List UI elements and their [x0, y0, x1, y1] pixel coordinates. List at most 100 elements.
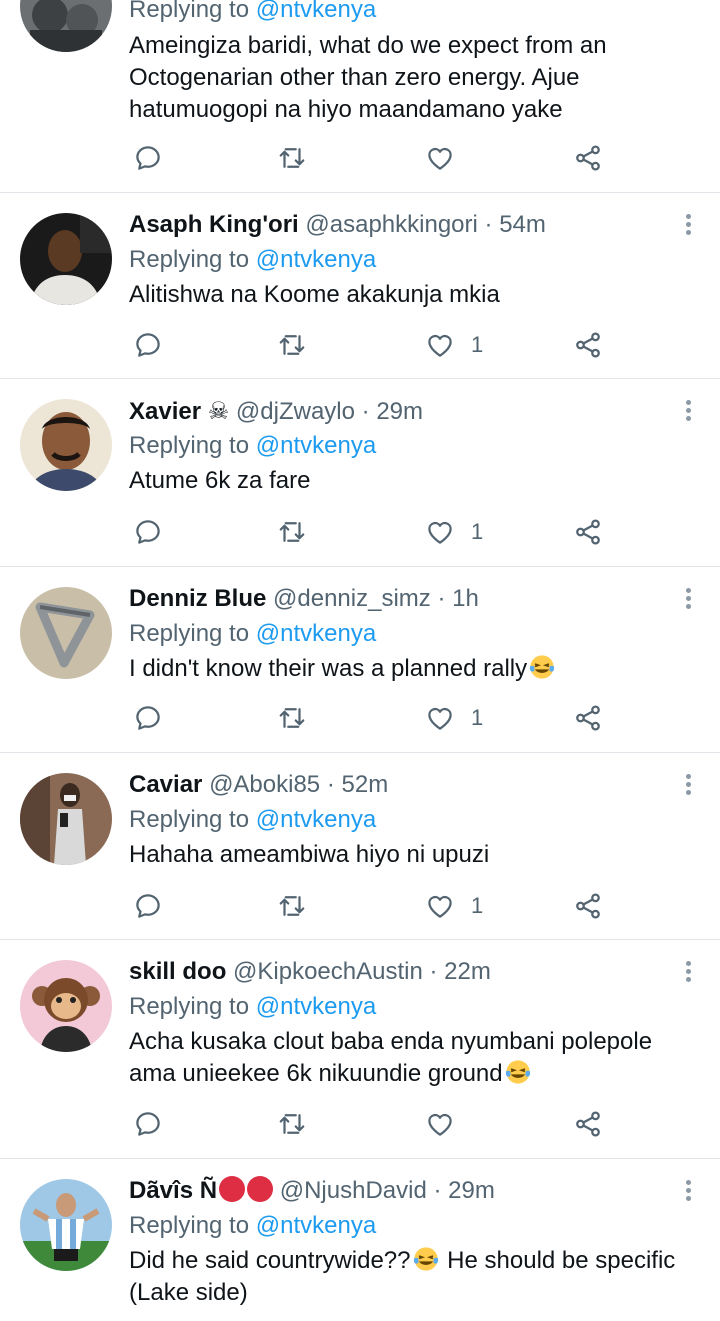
- user-handle[interactable]: @KipkoechAustin: [233, 958, 423, 985]
- user-avatar[interactable]: [20, 960, 112, 1052]
- like-count: 1: [471, 705, 484, 730]
- retweet-icon: [279, 896, 305, 916]
- tweet-text: Alitishwa na Koome akakunja mkia: [129, 281, 500, 308]
- timestamp[interactable]: 52m: [342, 771, 389, 798]
- heart-icon: [428, 147, 452, 170]
- share-button[interactable]: [573, 140, 603, 176]
- share-button[interactable]: [573, 327, 603, 363]
- tweet-item[interactable]: skill doo @KipkoechAustin · 22m Replying…: [0, 940, 720, 1159]
- more-options-icon[interactable]: [678, 397, 698, 427]
- tweet-actions: 1: [129, 327, 609, 363]
- retweet-icon: [279, 148, 305, 168]
- replying-to: Replying to @ntvkenya: [129, 620, 377, 647]
- reply-icon: [136, 894, 160, 918]
- tweet-header: Dãvîs Ñ @NjushDavid · 29m: [129, 1176, 495, 1204]
- like-button[interactable]: [425, 1106, 471, 1142]
- share-icon: [576, 332, 600, 358]
- reply-icon: [136, 1112, 160, 1136]
- timestamp[interactable]: 1h: [452, 585, 479, 612]
- retweet-button[interactable]: [277, 327, 307, 363]
- tweet-item[interactable]: Xavier ☠ @djZwaylo · 29m Replying to @nt…: [0, 379, 720, 567]
- reply-icon: [136, 146, 160, 170]
- user-handle[interactable]: @asaphkkingori: [305, 211, 477, 238]
- display-name[interactable]: Xavier ☠: [129, 397, 230, 425]
- tweet-item[interactable]: Asaph King'ori @asaphkkingori · 54m Repl…: [0, 193, 720, 379]
- timestamp[interactable]: 29m: [448, 1177, 495, 1204]
- tweet-item[interactable]: Dãvîs Ñ @NjushDavid · 29m Replying to @n…: [0, 1159, 720, 1321]
- user-avatar[interactable]: [20, 773, 112, 865]
- like-button[interactable]: 1: [425, 514, 483, 550]
- reply-button[interactable]: [133, 888, 163, 924]
- more-options-icon[interactable]: [678, 211, 698, 241]
- mention-link[interactable]: @ntvkenya: [256, 246, 376, 273]
- tweet-header: Xavier ☠ @djZwaylo · 29m: [129, 397, 424, 425]
- like-button[interactable]: [425, 140, 471, 176]
- timestamp[interactable]: 54m: [499, 211, 546, 238]
- share-icon: [576, 893, 600, 919]
- mention-link[interactable]: @ntvkenya: [256, 806, 376, 833]
- red-circle-icon: [247, 1176, 274, 1202]
- user-avatar[interactable]: [20, 0, 112, 52]
- like-button[interactable]: 1: [425, 888, 483, 924]
- tweet-text: Did he said countrywide?? He should be s…: [129, 1247, 676, 1306]
- share-button[interactable]: [573, 888, 603, 924]
- more-options-icon[interactable]: [678, 585, 698, 615]
- more-options-icon[interactable]: [678, 958, 698, 988]
- red-circle-icon: [219, 1176, 246, 1202]
- reply-button[interactable]: [133, 327, 163, 363]
- reply-button[interactable]: [133, 1106, 163, 1142]
- tweet-item[interactable]: Denniz Blue @denniz_simz · 1h Replying t…: [0, 567, 720, 753]
- share-icon: [576, 705, 600, 731]
- user-avatar[interactable]: [20, 399, 112, 491]
- reply-icon: [136, 706, 160, 730]
- reply-icon: [136, 333, 160, 357]
- skull-crossbones-icon: ☠: [207, 397, 230, 425]
- display-name[interactable]: Caviar: [129, 771, 202, 798]
- timestamp[interactable]: 29m: [376, 398, 423, 425]
- user-handle[interactable]: @djZwaylo: [236, 398, 355, 425]
- mention-link[interactable]: @ntvkenya: [256, 1212, 376, 1239]
- more-options-icon[interactable]: [678, 1177, 698, 1207]
- mention-link[interactable]: @ntvkenya: [256, 620, 376, 647]
- retweet-button[interactable]: [277, 514, 307, 550]
- retweet-icon: [279, 335, 305, 355]
- share-button[interactable]: [573, 700, 603, 736]
- user-avatar[interactable]: [20, 587, 112, 679]
- user-handle[interactable]: @Aboki85: [209, 771, 320, 798]
- more-options-icon[interactable]: [678, 771, 698, 801]
- heart-icon: [428, 1113, 452, 1136]
- like-button[interactable]: 1: [425, 327, 483, 363]
- user-handle[interactable]: @denniz_simz: [273, 585, 431, 612]
- reply-button[interactable]: [133, 514, 163, 550]
- user-avatar[interactable]: [20, 1179, 112, 1271]
- mention-link[interactable]: @ntvkenya: [256, 432, 376, 459]
- like-button[interactable]: 1: [425, 700, 483, 736]
- share-icon: [576, 1111, 600, 1137]
- tweet-actions: 1: [129, 888, 609, 924]
- user-avatar[interactable]: [20, 213, 112, 305]
- tweet-item[interactable]: Caviar @Aboki85 · 52m Replying to @ntvke…: [0, 753, 720, 940]
- share-button[interactable]: [573, 514, 603, 550]
- tweet-text: Hahaha ameambiwa hiyo ni upuzi: [129, 841, 490, 868]
- reply-icon: [136, 520, 160, 544]
- retweet-button[interactable]: [277, 1106, 307, 1142]
- display-name[interactable]: Dãvîs Ñ: [129, 1176, 274, 1204]
- timestamp[interactable]: 22m: [444, 958, 491, 985]
- laughing-tears-emoji-icon: [413, 1247, 438, 1271]
- display-name[interactable]: Asaph King'ori: [129, 211, 299, 238]
- mention-link[interactable]: @ntvkenya: [256, 0, 376, 23]
- mention-link[interactable]: @ntvkenya: [256, 993, 376, 1020]
- tweet-item[interactable]: Replying to @ntvkenya Ameingiza baridi, …: [0, 0, 720, 193]
- share-button[interactable]: [573, 1106, 603, 1142]
- tweet-actions: 1: [129, 514, 609, 550]
- tweet-actions: [129, 1106, 609, 1142]
- display-name[interactable]: Denniz Blue: [129, 585, 266, 612]
- retweet-button[interactable]: [277, 888, 307, 924]
- retweet-button[interactable]: [277, 140, 307, 176]
- display-name[interactable]: skill doo: [129, 958, 226, 985]
- replying-to: Replying to @ntvkenya: [129, 806, 377, 833]
- reply-button[interactable]: [133, 700, 163, 736]
- user-handle[interactable]: @NjushDavid: [280, 1177, 427, 1204]
- reply-button[interactable]: [133, 140, 163, 176]
- retweet-button[interactable]: [277, 700, 307, 736]
